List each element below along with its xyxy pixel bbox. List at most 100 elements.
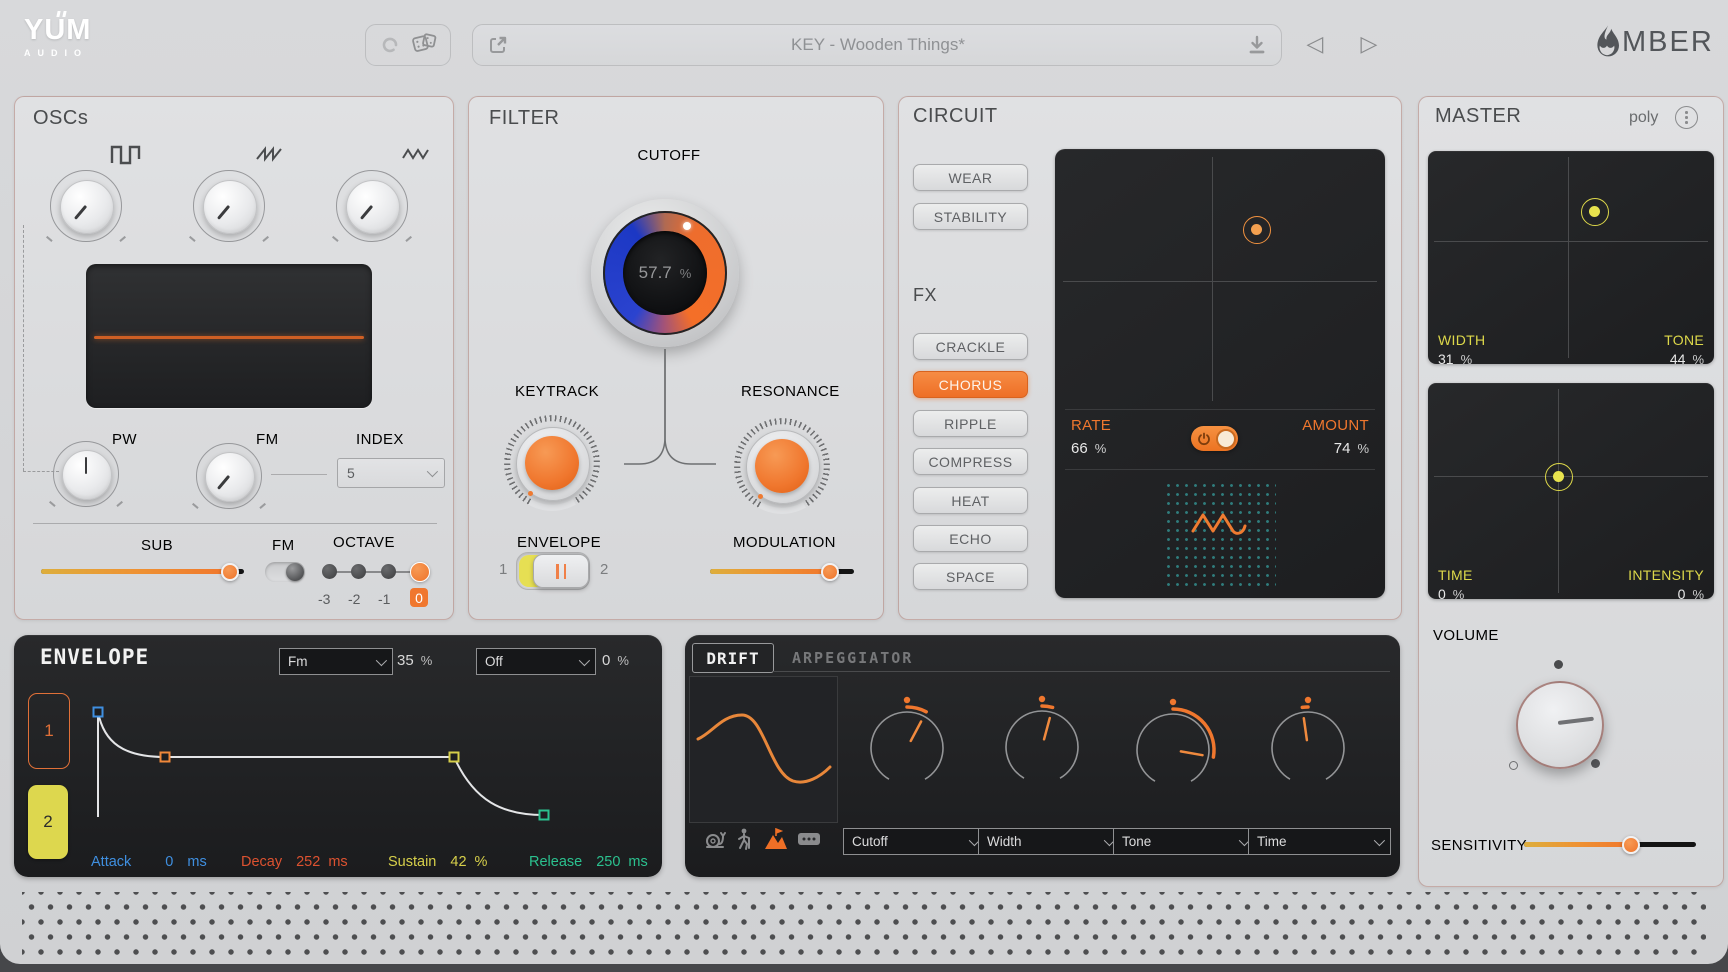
- oscs-panel: OSCs PW: [14, 96, 454, 620]
- fx-xy-pad[interactable]: RATE 66% AMOUNT 74%: [1055, 149, 1385, 598]
- fm-toggle-knob: [286, 563, 304, 581]
- logo-umlaut: [57, 11, 66, 17]
- drift-target-2-value: Width: [987, 834, 1022, 849]
- voice-mode[interactable]: poly: [1629, 109, 1658, 127]
- drift-knob-width[interactable]: [987, 692, 1097, 802]
- filter-envelope-switch[interactable]: [516, 552, 590, 590]
- env-option-2[interactable]: 2: [600, 561, 608, 578]
- snail-icon[interactable]: [703, 830, 727, 850]
- stability-button[interactable]: STABILITY: [913, 203, 1028, 230]
- octave-dot-minus1[interactable]: [381, 564, 396, 579]
- pw-knob[interactable]: [53, 441, 119, 507]
- filter-panel: FILTER CUTOFF 57.7 % KEYTRACK RESONANCE …: [468, 96, 884, 620]
- drift-target-select-3[interactable]: Tone: [1113, 828, 1256, 855]
- octave-option-label[interactable]: -1: [378, 591, 390, 607]
- release-handle[interactable]: [540, 811, 549, 820]
- master-title: MASTER: [1435, 105, 1521, 128]
- modulation-slider[interactable]: [710, 569, 854, 574]
- chevron-down-icon: [427, 466, 438, 477]
- decay-readout[interactable]: Decay252ms: [241, 854, 348, 870]
- options-kebab-icon[interactable]: [1675, 106, 1698, 129]
- octave-dot-minus2[interactable]: [351, 564, 366, 579]
- fx-button-chorus[interactable]: CHORUS: [913, 371, 1028, 398]
- sustain-handle[interactable]: [450, 753, 459, 762]
- fx-button-echo[interactable]: ECHO: [913, 525, 1028, 552]
- randomize-dice-icon[interactable]: [411, 32, 437, 58]
- keytrack-knob[interactable]: [504, 415, 600, 511]
- save-download-icon[interactable]: [1247, 34, 1267, 56]
- fx-button-crackle[interactable]: CRACKLE: [913, 333, 1028, 360]
- preset-title[interactable]: KEY - Wooden Things*: [509, 35, 1247, 55]
- fm-knob[interactable]: [196, 443, 262, 509]
- env-mod-target-2-select[interactable]: Off: [476, 648, 596, 675]
- mountain-icon[interactable]: [763, 828, 789, 851]
- width-tone-pad[interactable]: WIDTH 31% TONE 44%: [1428, 151, 1714, 364]
- share-icon[interactable]: [487, 34, 509, 56]
- drift-target-select-4[interactable]: Time: [1248, 828, 1391, 855]
- logo-text: YUM: [24, 14, 91, 47]
- octave-dot-minus3[interactable]: [322, 564, 337, 579]
- env-mod-target-2-value: Off: [485, 654, 503, 669]
- drift-target-select-1[interactable]: Cutoff: [843, 828, 986, 855]
- octave-dot-zero[interactable]: [410, 562, 430, 582]
- osc3-level-knob[interactable]: [336, 170, 408, 242]
- tone-label: TONE: [1664, 332, 1704, 348]
- fx-power-toggle[interactable]: [1191, 426, 1238, 451]
- env-option-1[interactable]: 1: [499, 561, 507, 578]
- fx-button-compress[interactable]: COMPRESS: [913, 448, 1028, 475]
- resonance-knob[interactable]: [734, 418, 830, 514]
- tab-drift[interactable]: DRIFT: [692, 643, 774, 673]
- env-mod-amount-1[interactable]: 35%: [397, 652, 432, 669]
- envelope-tab-1[interactable]: 1: [28, 693, 70, 769]
- envelope-tab-2[interactable]: 2: [28, 785, 68, 859]
- octave-option-label[interactable]: -2: [348, 591, 360, 607]
- next-preset-button[interactable]: ▷: [1352, 28, 1386, 62]
- attack-handle[interactable]: [94, 708, 103, 717]
- chevron-down-icon: [1374, 834, 1385, 845]
- wear-button[interactable]: WEAR: [913, 164, 1028, 191]
- fx-button-ripple[interactable]: RIPPLE: [913, 410, 1028, 437]
- index-select[interactable]: 5: [337, 458, 445, 488]
- fx-pad-crosshair-v: [1212, 157, 1213, 401]
- chevron-down-icon: [579, 654, 590, 665]
- sustain-readout[interactable]: Sustain42%: [388, 854, 487, 870]
- fx-pad-crosshair-h: [1063, 281, 1377, 282]
- env-mod-target-1-select[interactable]: Fm: [279, 648, 393, 675]
- drift-knob-cutoff[interactable]: [852, 693, 962, 803]
- tab-arpeggiator[interactable]: ARPEGGIATOR: [792, 649, 913, 667]
- saw-wave-icon: [255, 145, 287, 165]
- fm-toggle[interactable]: [265, 562, 305, 582]
- preset-bar[interactable]: KEY - Wooden Things*: [472, 24, 1282, 66]
- osc1-level-knob[interactable]: [50, 170, 122, 242]
- envelope-switch-handle[interactable]: [533, 554, 589, 588]
- rate-value: 66%: [1071, 440, 1106, 457]
- undo-icon[interactable]: [379, 34, 401, 56]
- prev-preset-button[interactable]: ◁: [1298, 28, 1332, 62]
- fx-button-space[interactable]: SPACE: [913, 563, 1028, 590]
- time-intensity-pad[interactable]: TIME 0% INTENSITY 0%: [1428, 383, 1714, 599]
- sub-slider[interactable]: [41, 569, 244, 574]
- sensitivity-slider[interactable]: [1524, 842, 1696, 847]
- adsr-curve[interactable]: [74, 685, 634, 845]
- octave-option-label-active[interactable]: 0: [410, 588, 428, 607]
- time-label: TIME: [1438, 567, 1473, 583]
- env-mod-amount-2[interactable]: 0%: [602, 652, 629, 669]
- octave-option-label[interactable]: -3: [318, 591, 330, 607]
- octave-label: OCTAVE: [333, 534, 395, 551]
- osc2-level-knob[interactable]: [193, 170, 265, 242]
- flame-icon: [1592, 24, 1622, 60]
- release-readout[interactable]: Release250ms: [529, 854, 648, 870]
- vehicle-icon[interactable]: [797, 831, 821, 848]
- volume-marker-top: [1554, 660, 1563, 669]
- drift-target-select-2[interactable]: Width: [978, 828, 1121, 855]
- drift-knob-time[interactable]: [1253, 693, 1363, 803]
- fm-index-connector: [271, 474, 327, 475]
- volume-marker-max: [1591, 759, 1600, 768]
- fx-button-heat[interactable]: HEAT: [913, 487, 1028, 514]
- volume-knob[interactable]: [1516, 681, 1604, 769]
- drift-target-3-value: Tone: [1122, 834, 1151, 849]
- attack-readout[interactable]: Attack0ms: [91, 854, 207, 870]
- walker-icon[interactable]: [735, 828, 755, 851]
- decay-handle[interactable]: [161, 753, 170, 762]
- drift-knob-tone[interactable]: [1118, 695, 1228, 805]
